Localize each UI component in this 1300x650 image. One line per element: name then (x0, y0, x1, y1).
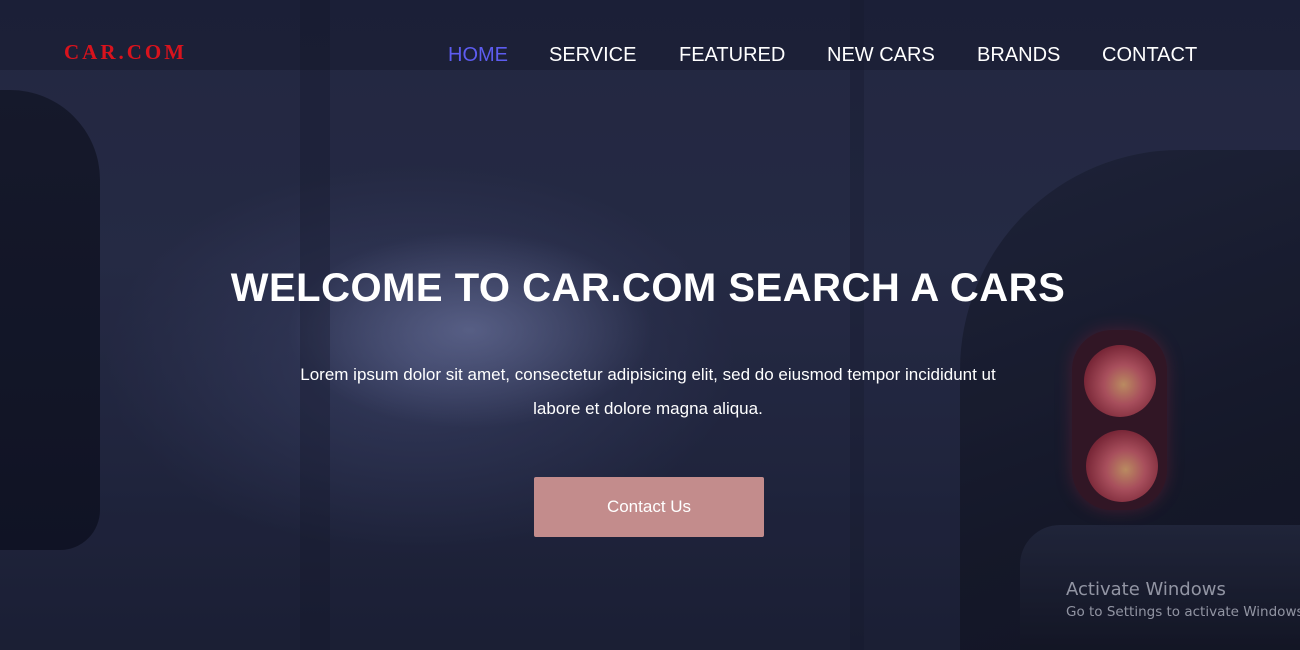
nav-link-contact[interactable]: CONTACT (1102, 44, 1197, 67)
watermark-title: Activate Windows (1066, 579, 1226, 600)
nav-link-new-cars[interactable]: NEW CARS (827, 44, 935, 67)
windows-activation-watermark: Activate Windows Go to Settings to activ… (1066, 579, 1300, 623)
hero-description: Lorem ipsum dolor sit amet, consectetur … (300, 365, 996, 418)
nav-link-service[interactable]: SERVICE (549, 44, 636, 67)
hero-background-image (0, 0, 1300, 650)
main-navigation: HOME SERVICE FEATURED NEW CARS BRANDS CO… (0, 44, 1300, 68)
nav-link-featured[interactable]: FEATURED (679, 44, 785, 67)
nav-link-home[interactable]: HOME (448, 44, 508, 67)
watermark-subtitle: Go to Settings to activate Windows. (1066, 604, 1300, 620)
dark-overlay (0, 0, 1300, 650)
contact-us-button[interactable]: Contact Us (534, 477, 764, 537)
hero-headline: WELCOME TO CAR.COM SEARCH A CARS (230, 266, 1066, 310)
nav-link-brands[interactable]: BRANDS (977, 44, 1060, 67)
